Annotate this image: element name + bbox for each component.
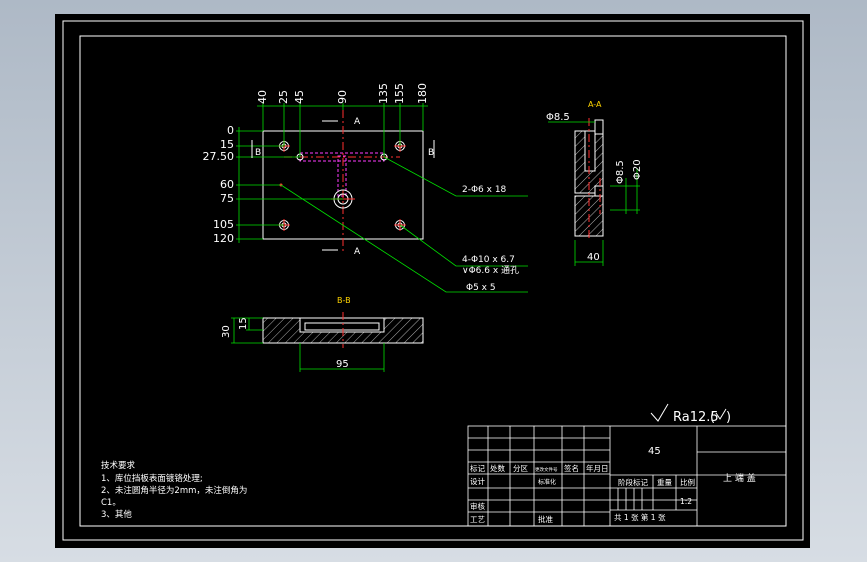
callout-hole-d: 4-Φ10 x 6.7 [462,255,515,265]
dim-x-45: 45 [293,90,306,104]
tb-row: 批准 [538,514,553,524]
tb-scale-label: 比例 [680,477,695,487]
cad-drawing-canvas: 40 25 45 90 135 155 180 0 15 27.50 60 75… [55,14,810,548]
tb-sheet: 共 1 张 第 1 张 [614,512,666,522]
tb-row: 设计 [470,476,485,486]
section-bb-dim-width: 95 [336,359,349,370]
section-bb-title: B-B [337,296,351,305]
dim-y-27-5: 27.50 [203,150,235,163]
callout-hole-c: 2-Φ6 x 18 [462,185,507,195]
tech-req-item: 1、库位挡板表面镀铬处理; [101,473,203,484]
section-aa-title: A-A [588,100,602,109]
dim-y-60: 60 [220,178,234,191]
dim-y-0: 0 [227,124,234,137]
dim-y-105: 105 [213,218,234,231]
tb-row: 工艺 [470,515,485,524]
tb-stage-label: 阶段标记 [618,477,648,487]
tb-header: 年月日 [586,463,609,473]
section-aa-dim-width: 40 [587,252,600,263]
section-aa-dim-right1: Φ8.5 [615,160,626,184]
tb-row: 标准化 [538,478,556,486]
section-bb-dim-inner: 15 [238,317,249,330]
tech-req-item: 2、未注圆角半径为2mm，未注倒角为 [101,485,247,496]
dim-y-120: 120 [213,232,234,245]
title-material: 45 [648,446,661,457]
dim-x-90: 90 [336,90,349,104]
dim-x-155: 155 [393,83,406,104]
dim-x-25: 25 [277,90,290,104]
section-aa-dim-right2: Φ20 [632,159,643,180]
section-aa-dim-top: Φ8.5 [546,112,570,123]
tech-req-item: 3、其他 [101,509,132,520]
section-mark-a-bottom: A [354,247,361,257]
dim-y-75: 75 [220,192,234,205]
title-part-name: 上 端 盖 [723,472,756,484]
tb-row: 审核 [470,501,485,511]
svg-text:(: ( [710,410,715,425]
section-mark-b-right: B [428,148,434,158]
section-mark-a-top: A [354,117,361,127]
tb-scale: 1:2 [680,497,692,506]
callout-hole-e: Φ5 x 5 [466,283,496,293]
dim-x-180: 180 [416,83,429,104]
callout-hole-d2: ∨Φ6.6 x 通孔 [462,265,519,276]
tb-header: 处数 [490,463,505,473]
dim-x-40: 40 [256,90,269,104]
dim-x-135: 135 [377,83,390,104]
tb-header: 签名 [564,463,579,473]
section-mark-b-left: B [255,148,261,158]
svg-text:): ) [726,410,731,425]
section-bb-dim-outer: 30 [221,325,232,338]
tb-header: 分区 [513,464,528,473]
tb-weight-label: 重量 [657,478,672,487]
tb-header: 更改文件号 [535,466,558,473]
tb-header: 标记 [470,463,485,473]
tech-req-item: C1。 [101,498,121,508]
tech-req-title: 技术要求 [101,460,136,471]
